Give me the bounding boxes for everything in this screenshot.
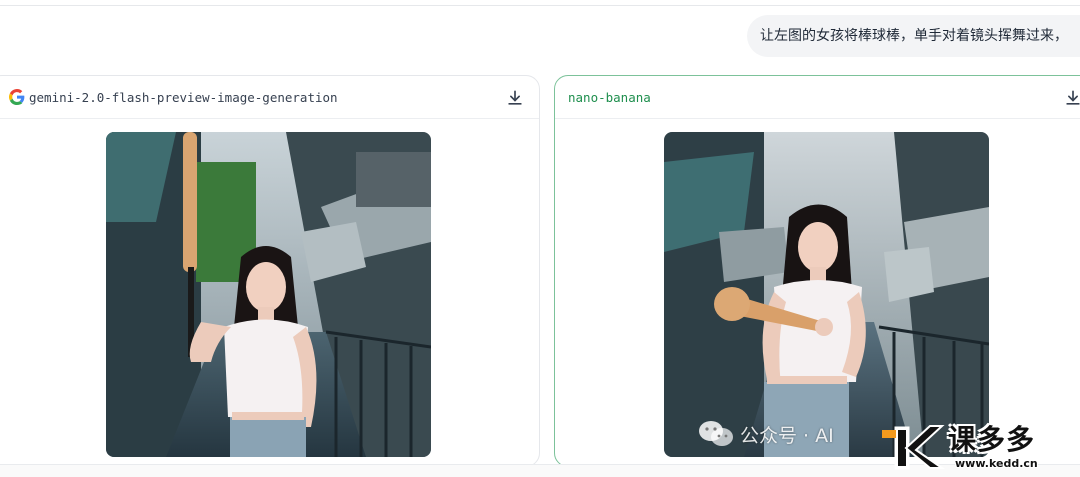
card-header: gemini-2.0-flash-preview-image-generatio…: [0, 76, 539, 119]
brand-name: 课多多: [948, 423, 1036, 456]
top-divider: [0, 5, 1080, 6]
wechat-watermark: 公众号 · AI: [698, 417, 834, 451]
model-result-card-nano-banana: nano-banana: [554, 75, 1080, 467]
brand-url: www.kedd.cn: [955, 457, 1038, 470]
model-name: nano-banana: [568, 90, 651, 105]
user-prompt-bubble: 让左图的女孩将棒球棒，单手对着镜头挥舞过来，: [747, 15, 1080, 57]
wechat-icon: [699, 421, 733, 446]
google-g-icon: [9, 89, 25, 105]
download-icon[interactable]: [505, 88, 525, 108]
download-icon[interactable]: [1063, 88, 1080, 108]
generated-image[interactable]: [106, 132, 431, 457]
watermark-text: 公众号 · AI: [740, 424, 834, 447]
model-name: gemini-2.0-flash-preview-image-generatio…: [29, 90, 338, 105]
card-header: nano-banana: [555, 76, 1080, 119]
generated-image[interactable]: [664, 132, 989, 457]
model-result-card-gemini: gemini-2.0-flash-preview-image-generatio…: [0, 75, 540, 467]
